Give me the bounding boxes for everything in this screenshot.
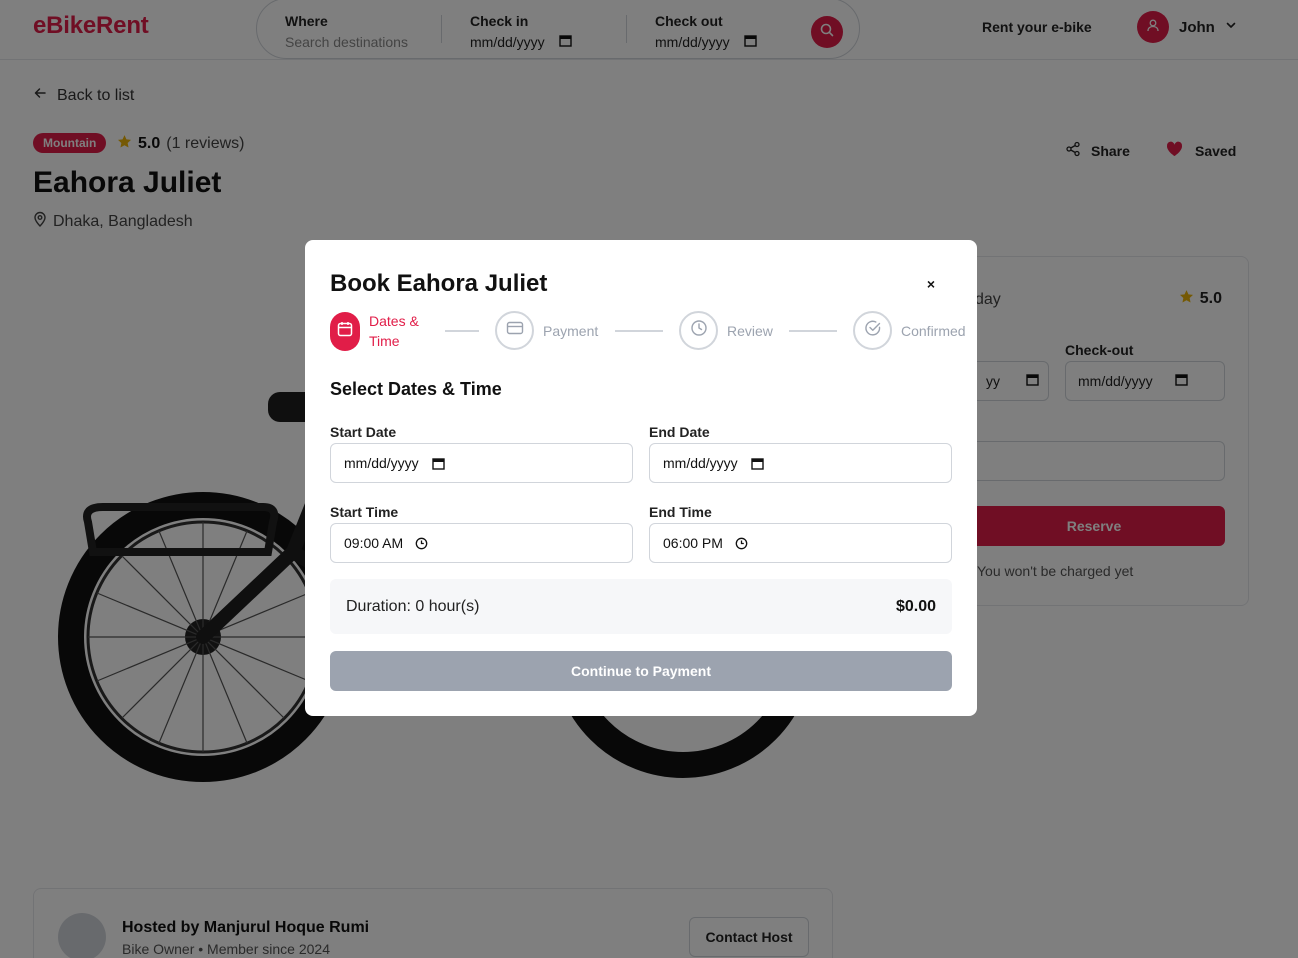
calendar-icon[interactable]	[431, 457, 445, 470]
end-time-value: 06:00 PM	[663, 535, 723, 551]
booking-modal: Book Eahora Juliet × Dates & Time Paymen…	[305, 240, 977, 716]
step-label: Payment	[543, 322, 599, 339]
step-indicator	[853, 311, 892, 350]
step-payment: Payment	[495, 311, 598, 350]
section-title: Select Dates & Time	[330, 379, 502, 399]
close-button[interactable]: ×	[923, 276, 939, 292]
continue-to-payment-button[interactable]: Continue to Payment	[330, 651, 952, 691]
end-time-input[interactable]: 06:00 PM	[649, 523, 952, 563]
end-date-value: mm/dd/yyyy	[663, 455, 738, 471]
start-time-label: Start Time	[330, 504, 399, 520]
clock-icon[interactable]	[415, 537, 428, 550]
step-label: Review	[727, 322, 773, 339]
step-connector	[615, 330, 663, 332]
calendar-icon[interactable]	[750, 457, 764, 470]
end-date-input[interactable]: mm/dd/yyyy	[649, 443, 952, 483]
check-circle-icon	[864, 319, 882, 342]
step-label-line2: Time	[369, 333, 400, 349]
calendar-icon	[336, 320, 354, 343]
end-time-label: End Time	[649, 504, 712, 520]
start-date-input[interactable]: mm/dd/yyyy	[330, 443, 633, 483]
start-date-label: Start Date	[330, 424, 397, 440]
duration-summary: Duration: 0 hour(s) $0.00	[330, 579, 952, 634]
modal-title: Book Eahora Juliet	[330, 270, 548, 297]
clock-icon[interactable]	[735, 537, 748, 550]
step-label: Confirmed	[901, 322, 966, 339]
step-label-line1: Dates &	[369, 313, 419, 329]
step-indicator	[679, 311, 718, 350]
step-confirmed: Confirmed	[853, 311, 966, 350]
step-connector	[445, 330, 479, 332]
start-time-value: 09:00 AM	[344, 535, 404, 551]
step-label: Dates & Time	[369, 311, 419, 351]
end-date-label: End Date	[649, 424, 710, 440]
step-connector	[789, 330, 837, 332]
start-time-input[interactable]: 09:00 AM	[330, 523, 633, 563]
step-indicator-active	[330, 311, 360, 351]
step-review: Review	[679, 311, 773, 350]
clock-icon	[690, 319, 708, 342]
duration-price: $0.00	[895, 598, 936, 615]
start-date-value: mm/dd/yyyy	[344, 455, 419, 471]
close-icon: ×	[926, 276, 936, 292]
step-dates-time: Dates & Time	[330, 311, 419, 351]
credit-card-icon	[506, 319, 524, 342]
step-indicator	[495, 311, 534, 350]
duration-text: Duration: 0 hour(s)	[346, 598, 480, 615]
